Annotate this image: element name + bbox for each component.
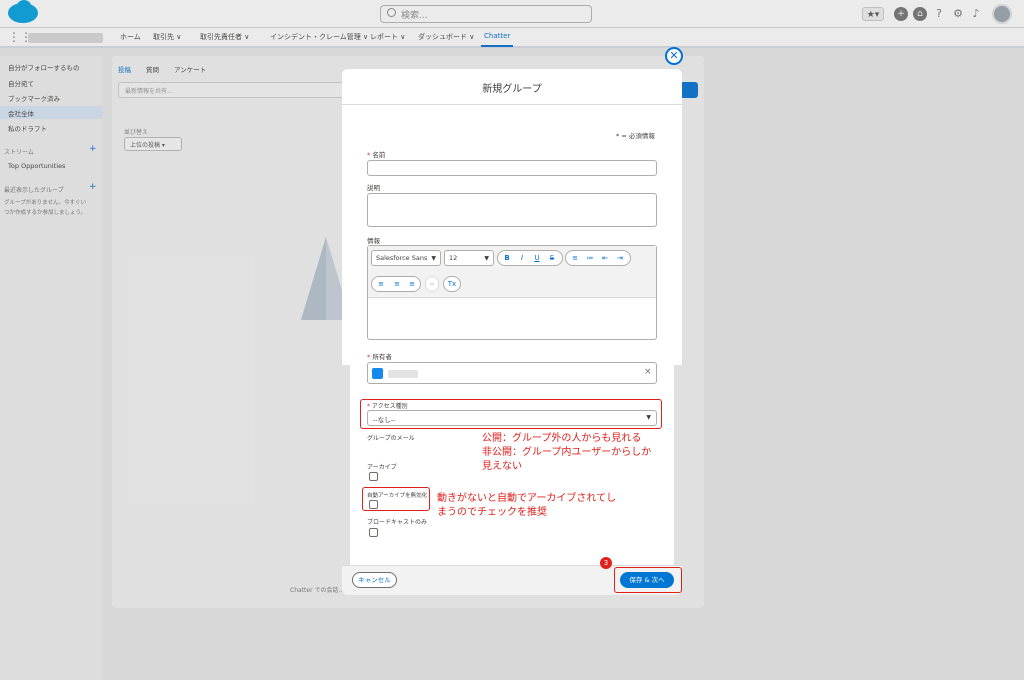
info-label: 情報 (367, 237, 380, 245)
close-modal-button[interactable]: ✕ (665, 47, 683, 65)
group-email-label: グループのメール (367, 435, 415, 442)
cancel-button[interactable]: キャンセル (352, 572, 397, 588)
align-left-icon[interactable]: ≡ (374, 279, 388, 289)
close-icon: ✕ (669, 49, 679, 62)
clear-icon[interactable]: × (644, 367, 652, 377)
owner-lookup[interactable]: × (367, 362, 657, 384)
bold-icon[interactable]: B (500, 253, 514, 263)
indent-icon[interactable]: ⇥ (613, 253, 627, 263)
text-style-group: B I U S (497, 250, 563, 266)
required-note: * = 必須情報 (616, 132, 655, 140)
access-note-line2: 非公開：グループ内ユーザーからしか (482, 447, 652, 458)
italic-icon[interactable]: I (515, 253, 529, 263)
broadcast-checkbox[interactable] (369, 528, 378, 537)
chevron-down-icon: ▼ (431, 255, 436, 262)
font-family-select[interactable]: Salesforce Sans ▼ (371, 250, 441, 266)
archive-checkbox[interactable] (369, 472, 378, 481)
user-icon (372, 368, 383, 379)
list-group: ≡ ≔ ⇤ ⇥ (565, 250, 631, 266)
strikethrough-icon[interactable]: S (545, 253, 559, 263)
numbered-list-icon[interactable]: ≔ (583, 253, 597, 263)
modal-title: 新規グループ (482, 84, 542, 95)
access-type-select[interactable]: --なし-- ▼ (367, 410, 657, 426)
owner-name-blurred (388, 370, 418, 378)
broadcast-label: ブロードキャストのみ (367, 519, 428, 526)
chevron-down-icon: ▼ (484, 255, 489, 262)
access-label: * アクセス種別 (367, 403, 408, 410)
outdent-icon[interactable]: ⇤ (598, 253, 612, 263)
bullet-list-icon[interactable]: ≡ (568, 253, 582, 263)
link-icon[interactable]: ∞ (425, 276, 439, 292)
description-textarea[interactable] (367, 193, 657, 227)
access-note-line3: 見えない (482, 461, 522, 472)
auto-archive-label: 自動アーカイブを無効化 (367, 493, 428, 499)
underline-icon[interactable]: U (530, 253, 544, 263)
auto-archive-checkbox[interactable] (369, 500, 378, 509)
save-and-next-button[interactable]: 保存 & 次へ (620, 572, 674, 588)
clear-format-icon[interactable]: Tx (443, 276, 461, 292)
align-right-icon[interactable]: ≡ (405, 279, 419, 289)
description-label: 説明 (367, 184, 380, 192)
align-center-icon[interactable]: ≡ (390, 279, 404, 289)
modal-header: 新規グループ (342, 69, 682, 105)
owner-label: * 所有者 (367, 353, 392, 361)
archive-note-line2: まうのでチェックを推奨 (437, 507, 547, 518)
font-size-select[interactable]: 12 ▼ (444, 250, 494, 266)
name-input[interactable] (367, 160, 657, 176)
chevron-down-icon: ▼ (646, 414, 651, 421)
archive-note-line1: 動きがないと自動でアーカイブされてし (437, 493, 617, 504)
access-note-line1: 公開：グループ外の人からも見れる (482, 433, 642, 444)
step-number-badge: 3 (600, 557, 612, 569)
align-group: ≡ ≡ ≡ (371, 276, 421, 292)
archive-label: アーカイブ (367, 464, 397, 471)
name-label: * 名前 (367, 151, 386, 159)
